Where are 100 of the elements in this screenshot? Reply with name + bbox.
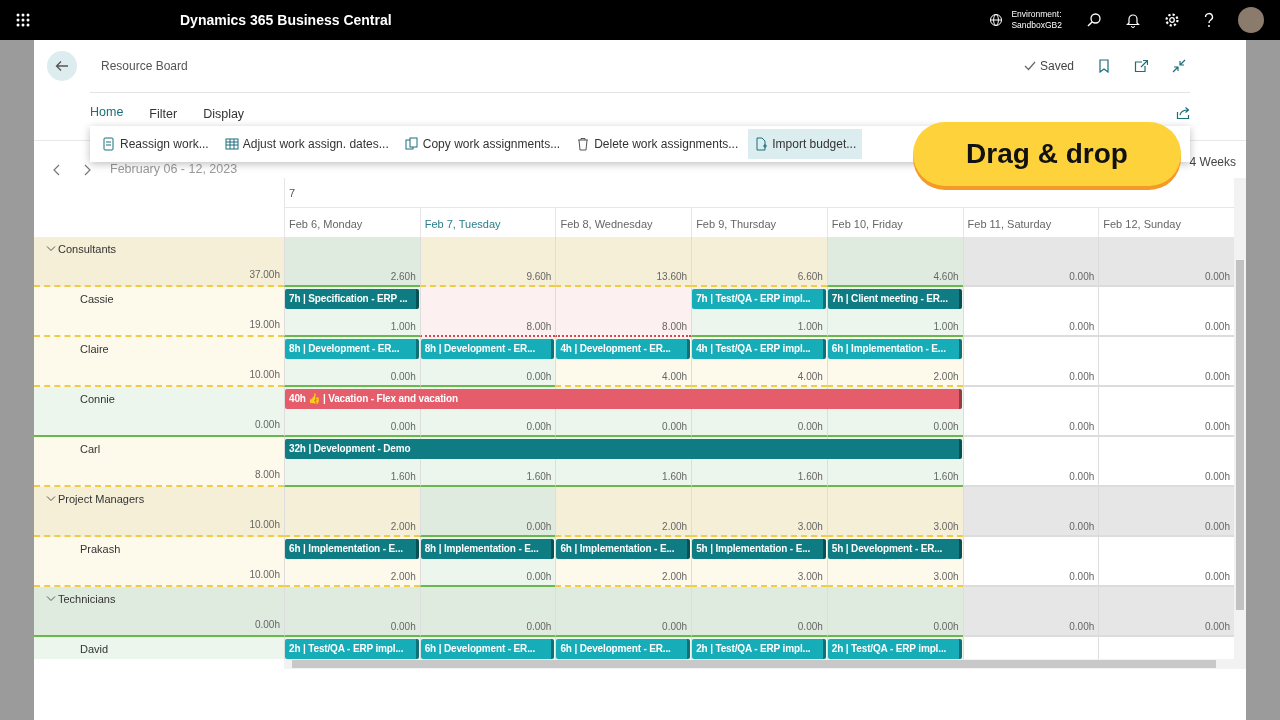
hours-value: 0.00h [1204, 521, 1230, 533]
hours-value: 3.00h [797, 571, 823, 583]
hours-value: 1.00h [390, 321, 416, 333]
environment-label: Environment: [1011, 9, 1062, 20]
total-hours: 0.00h [254, 619, 280, 631]
hours-value: 4.00h [662, 371, 688, 383]
chevron-left-icon [52, 163, 60, 176]
share-icon [1176, 106, 1190, 120]
hours-value: 0.00h [1069, 471, 1095, 483]
bookmark-button[interactable] [1098, 59, 1110, 73]
collapse-icon [1172, 59, 1186, 73]
hours-value: 0.00h [390, 621, 416, 633]
bookmark-icon [1098, 59, 1110, 73]
open-window-icon [1134, 59, 1148, 73]
date-range[interactable]: February 06 - 12, 2023 [110, 160, 238, 179]
booking-bar[interactable]: 2h | Test/QA - ERP impl... [827, 639, 962, 659]
action-button[interactable]: Reassign work... [96, 129, 215, 159]
resource-name: Prakash [80, 542, 121, 557]
booking-bar[interactable]: 32h | Development - Demo [285, 439, 962, 459]
hours-value: 0.00h [390, 371, 416, 383]
hours-value: 0.00h [526, 521, 552, 533]
resource-name: Connie [80, 392, 115, 407]
trash-icon [576, 137, 591, 151]
view-selector[interactable]: 4 Weeks [1189, 153, 1236, 171]
booking-bar[interactable]: 5h | Development - ER... [827, 539, 962, 559]
hours-value: 0.00h [1069, 271, 1095, 283]
booking-bar[interactable]: 6h | Development - ER... [556, 639, 691, 659]
hours-value: 4.00h [797, 371, 823, 383]
booking-bar[interactable]: 6h | Implementation - E... [556, 539, 691, 559]
app-launcher-icon[interactable] [16, 13, 30, 27]
hours-value: 0.00h [1069, 321, 1095, 333]
hours-value: 0.00h [1204, 271, 1230, 283]
action-button[interactable]: Import budget... [748, 129, 863, 159]
search-button[interactable] [1086, 12, 1102, 28]
hours-value: 1.60h [662, 471, 688, 483]
booking-bar[interactable]: 4h | Test/QA - ERP impl... [692, 339, 826, 359]
notifications-button[interactable] [1126, 12, 1140, 28]
share-button[interactable] [1176, 106, 1190, 120]
hours-value: 0.00h [797, 621, 823, 633]
hours-value: 1.60h [797, 471, 823, 483]
avatar[interactable] [1238, 7, 1264, 33]
booking-bar[interactable]: 6h | Development - ER... [420, 639, 555, 659]
booking-bar[interactable]: 2h | Test/QA - ERP impl... [692, 639, 826, 659]
settings-button[interactable] [1164, 12, 1180, 28]
booking-bar[interactable]: 5h | Implementation - E... [692, 539, 826, 559]
hours-value: 1.00h [933, 321, 959, 333]
booking-bar[interactable]: 8h | Development - ER... [285, 339, 419, 359]
saved-status: Saved [1039, 58, 1074, 75]
action-button[interactable]: Copy work assignments... [398, 129, 567, 159]
hours-value: 0.00h [797, 421, 823, 433]
hours-value: 0.00h [1069, 571, 1095, 583]
hours-value: 0.00h [526, 371, 552, 383]
horizontal-scrollbar[interactable] [284, 659, 1234, 669]
calendar-icon [224, 137, 239, 151]
booking-bar[interactable]: 40h 👍 | Vacation - Flex and vacation [285, 389, 962, 409]
booking-bar[interactable]: 7h | Test/QA - ERP impl... [692, 289, 826, 309]
booking-bar[interactable]: 8h | Implementation - E... [420, 539, 555, 559]
hours-value: 0.00h [390, 421, 416, 433]
total-hours: 37.00h [249, 269, 280, 281]
help-button[interactable] [1204, 12, 1214, 28]
booking-bar[interactable]: 8h | Development - ER... [420, 339, 555, 359]
hours-value: 1.60h [933, 471, 959, 483]
open-new-window-button[interactable] [1134, 59, 1148, 73]
copy-icon [404, 137, 419, 151]
hours-value: 8.00h [662, 321, 688, 333]
action-button[interactable]: Delete work assignments... [570, 129, 745, 159]
hours-value: 0.00h [526, 571, 552, 583]
app-title: Dynamics 365 Business Central [180, 10, 392, 30]
hours-value: 1.60h [526, 471, 552, 483]
tab[interactable]: Display [203, 101, 245, 128]
bell-icon [1126, 12, 1140, 28]
tab[interactable]: Filter [149, 101, 178, 128]
resource-name: Claire [80, 342, 109, 357]
booking-bar[interactable]: 7h | Client meeting - ER... [827, 289, 962, 309]
previous-button[interactable] [52, 163, 60, 176]
booking-bar[interactable]: 6h | Implementation - E... [285, 539, 419, 559]
next-button[interactable] [84, 163, 92, 176]
hours-value: 4.60h [933, 271, 959, 283]
collapse-button[interactable] [1172, 59, 1186, 73]
help-icon [1204, 12, 1214, 28]
booking-bar[interactable]: 7h | Specification - ERP ... [285, 289, 419, 309]
back-button[interactable] [47, 51, 77, 81]
total-hours: 10.00h [249, 569, 280, 581]
search-icon [1086, 12, 1102, 28]
booking-bar[interactable]: 2h | Test/QA - ERP impl... [285, 639, 419, 659]
hours-value: 0.00h [1069, 421, 1095, 433]
total-hours: 19.00h [249, 319, 280, 331]
hours-value: 2.00h [662, 571, 688, 583]
hours-value: 0.00h [662, 421, 688, 433]
booking-bar[interactable]: 6h | Implementation - E... [827, 339, 962, 359]
booking-bar[interactable]: 4h | Development - ER... [556, 339, 691, 359]
group-name: Project Managers [58, 492, 145, 507]
resource-name: David [80, 642, 109, 657]
hours-value: 0.00h [1204, 321, 1230, 333]
hours-value: 0.00h [1204, 621, 1230, 633]
page-title: Resource Board [101, 58, 188, 75]
action-button[interactable]: Adjust work assign. dates... [218, 129, 395, 159]
chevron-right-icon [84, 163, 92, 176]
hours-value: 13.60h [656, 271, 688, 283]
vertical-scrollbar[interactable] [1234, 178, 1246, 669]
